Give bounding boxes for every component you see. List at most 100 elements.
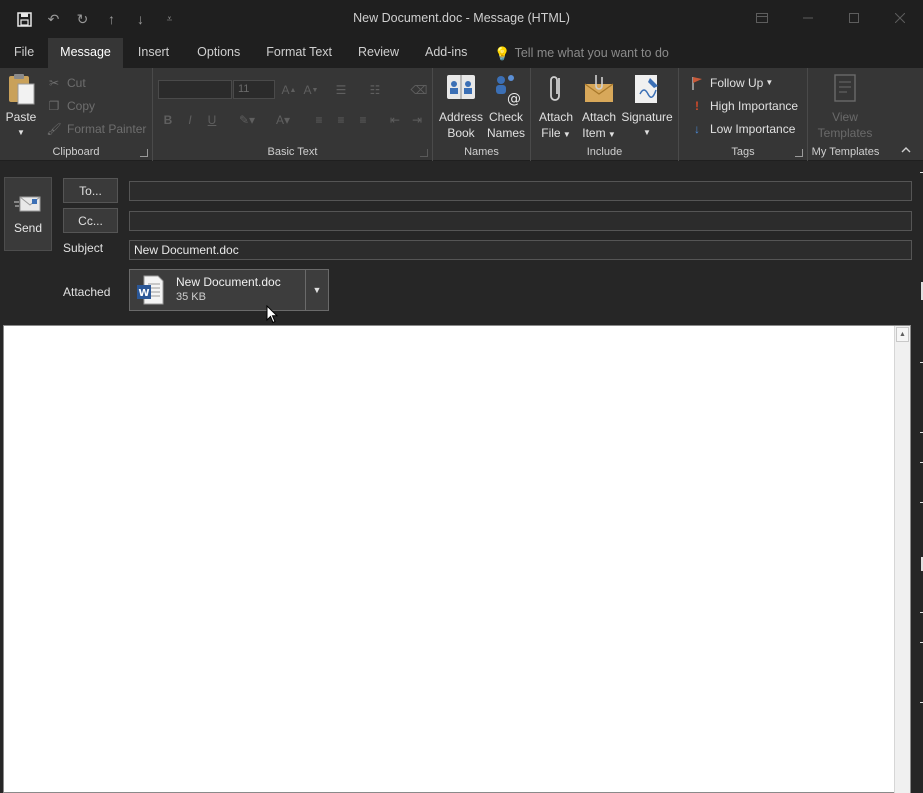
tab-add-ins[interactable]: Add-ins (412, 38, 480, 68)
basic-text-group: 11 A ▲ A ▼ ☰ ☷ ⌫ B I U ✎▾ A▾ ≡ ≡ ≡ ⇤ ⇥ Bas… (153, 68, 433, 161)
word-document-icon: W (137, 275, 164, 305)
ribbon-display-options-icon[interactable] (739, 0, 785, 36)
attach-file-button[interactable]: Attach File ▼ (535, 72, 577, 143)
signature-dropdown-icon: ▼ (643, 128, 651, 137)
names-group: Address Book @ Check Names Names (433, 68, 531, 161)
format-painter-button[interactable]: 🖌 Format Painter (46, 118, 146, 139)
align-right-icon[interactable]: ≡ (353, 110, 373, 130)
to-button[interactable]: To... (63, 178, 118, 203)
cc-field[interactable] (129, 211, 912, 231)
cut-button[interactable]: ✂ Cut (46, 72, 86, 93)
attachment-dropdown-icon[interactable]: ▼ (305, 270, 328, 310)
paste-dropdown-icon: ▼ (17, 128, 25, 137)
low-importance-button[interactable]: ↓ Low Importance (689, 118, 795, 139)
signature-button[interactable]: Signature ▼ (621, 72, 673, 141)
tags-launcher-icon[interactable] (795, 149, 803, 157)
subject-field[interactable]: New Document.doc (129, 240, 912, 260)
scroll-up-icon[interactable]: ▲ (896, 327, 909, 342)
send-button[interactable]: Send (4, 177, 52, 251)
tab-format-text[interactable]: Format Text (253, 38, 345, 68)
exclamation-icon: ! (695, 98, 699, 113)
message-body[interactable]: ▲ (3, 325, 911, 793)
signature-icon (635, 75, 658, 103)
minimize-icon[interactable] (785, 0, 831, 36)
attach-item-button[interactable]: Attach Item ▼ (578, 72, 620, 143)
tell-me-search[interactable]: 💡 Tell me what you want to do (480, 38, 679, 68)
include-group-label: Include (586, 146, 623, 158)
attach-file-dropdown-icon: ▼ (560, 130, 571, 139)
flag-icon (689, 75, 705, 91)
down-arrow-icon: ↓ (694, 121, 700, 136)
attach-item-dropdown-icon: ▼ (605, 130, 616, 139)
attached-label: Attached (63, 285, 111, 299)
align-center-icon[interactable]: ≡ (331, 110, 351, 130)
cc-button[interactable]: Cc... (63, 208, 118, 233)
clipboard-launcher-icon[interactable] (140, 149, 148, 157)
window-controls (739, 0, 923, 36)
ribbon: Paste ▼ ✂ Cut ❐ Copy 🖌 Format Painter Cl… (0, 68, 923, 161)
svg-text:W: W (139, 288, 150, 299)
high-importance-button[interactable]: ! High Importance (689, 95, 798, 116)
decrease-indent-icon[interactable]: ⇤ (385, 110, 405, 130)
font-size-box[interactable]: 11 (233, 80, 275, 99)
envelope-clip-icon (584, 75, 614, 102)
align-left-icon[interactable]: ≡ (309, 110, 329, 130)
follow-up-dropdown-icon: ▼ (765, 78, 774, 87)
paste-button[interactable]: Paste ▼ (4, 72, 38, 141)
view-templates-button[interactable]: View Templates (812, 72, 878, 141)
subject-label: Subject (63, 241, 104, 255)
shrink-font-icon[interactable]: A ▼ (301, 80, 321, 100)
highlight-icon[interactable]: ✎▾ (233, 110, 261, 130)
templates-icon (834, 74, 856, 102)
attachment-size: 35 KB (176, 291, 206, 303)
lightbulb-icon: 💡 (494, 45, 511, 61)
svg-text:@: @ (507, 91, 521, 106)
tags-group: Follow Up ▼ ! High Importance ↓ Low Impo… (679, 68, 808, 161)
tab-insert[interactable]: Insert (123, 38, 184, 68)
include-group: Attach File ▼ Attach Item ▼ Signature ▼ … (531, 68, 679, 161)
close-icon[interactable] (877, 0, 923, 36)
check-names-icon: @ (496, 75, 521, 106)
right-edge (912, 162, 923, 793)
clear-formatting-icon[interactable]: ⌫ (409, 80, 429, 100)
increase-indent-icon[interactable]: ⇥ (407, 110, 427, 130)
follow-up-button[interactable]: Follow Up ▼ (689, 72, 773, 93)
copy-button[interactable]: ❐ Copy (46, 95, 95, 116)
tags-group-label: Tags (731, 146, 755, 158)
title-bar: ↶ ↻ ↑ ↓ ⩡ New Document.doc - Message (HT… (0, 0, 923, 38)
attachment-name: New Document.doc (176, 275, 281, 289)
message-header: Send To... Cc... Subject New Document.do… (0, 162, 923, 324)
clipboard-group: Paste ▼ ✂ Cut ❐ Copy 🖌 Format Painter Cl… (0, 68, 153, 161)
paintbrush-icon: 🖌 (46, 121, 62, 136)
ribbon-tabs: File Message Insert Options Format Text … (0, 38, 923, 68)
to-field[interactable] (129, 181, 912, 201)
bold-icon[interactable]: B (158, 110, 178, 130)
maximize-icon[interactable] (831, 0, 877, 36)
collapse-ribbon-icon[interactable] (901, 144, 911, 156)
attachment-chip[interactable]: W New Document.doc 35 KB ▼ (129, 269, 329, 311)
tab-file[interactable]: File (0, 38, 48, 68)
underline-icon[interactable]: U (202, 110, 222, 130)
italic-icon[interactable]: I (180, 110, 200, 130)
mouse-cursor-icon (266, 304, 279, 327)
send-envelope-icon (14, 196, 41, 212)
tab-message[interactable]: Message (48, 38, 123, 68)
paste-icon (9, 74, 35, 105)
names-group-label: Names (464, 146, 499, 158)
tab-options[interactable]: Options (184, 38, 253, 68)
address-book-button[interactable]: Address Book (437, 72, 485, 141)
check-names-button[interactable]: @ Check Names (485, 72, 527, 141)
scissors-icon: ✂ (48, 75, 60, 90)
basic-text-launcher-icon[interactable] (420, 149, 428, 157)
numbering-icon[interactable]: ☷ (365, 80, 385, 100)
font-color-icon[interactable]: A▾ (269, 110, 297, 130)
tab-review[interactable]: Review (345, 38, 412, 68)
clipboard-group-label: Clipboard (52, 146, 100, 158)
paperclip-icon (550, 76, 560, 101)
attachment-main[interactable]: W New Document.doc 35 KB (130, 270, 305, 310)
bullets-icon[interactable]: ☰ (331, 80, 351, 100)
tell-me-text: Tell me what you want to do (514, 45, 669, 60)
font-name-box[interactable] (158, 80, 232, 99)
grow-font-icon[interactable]: A ▲ (279, 80, 299, 100)
vertical-scrollbar[interactable]: ▲ (894, 326, 910, 793)
